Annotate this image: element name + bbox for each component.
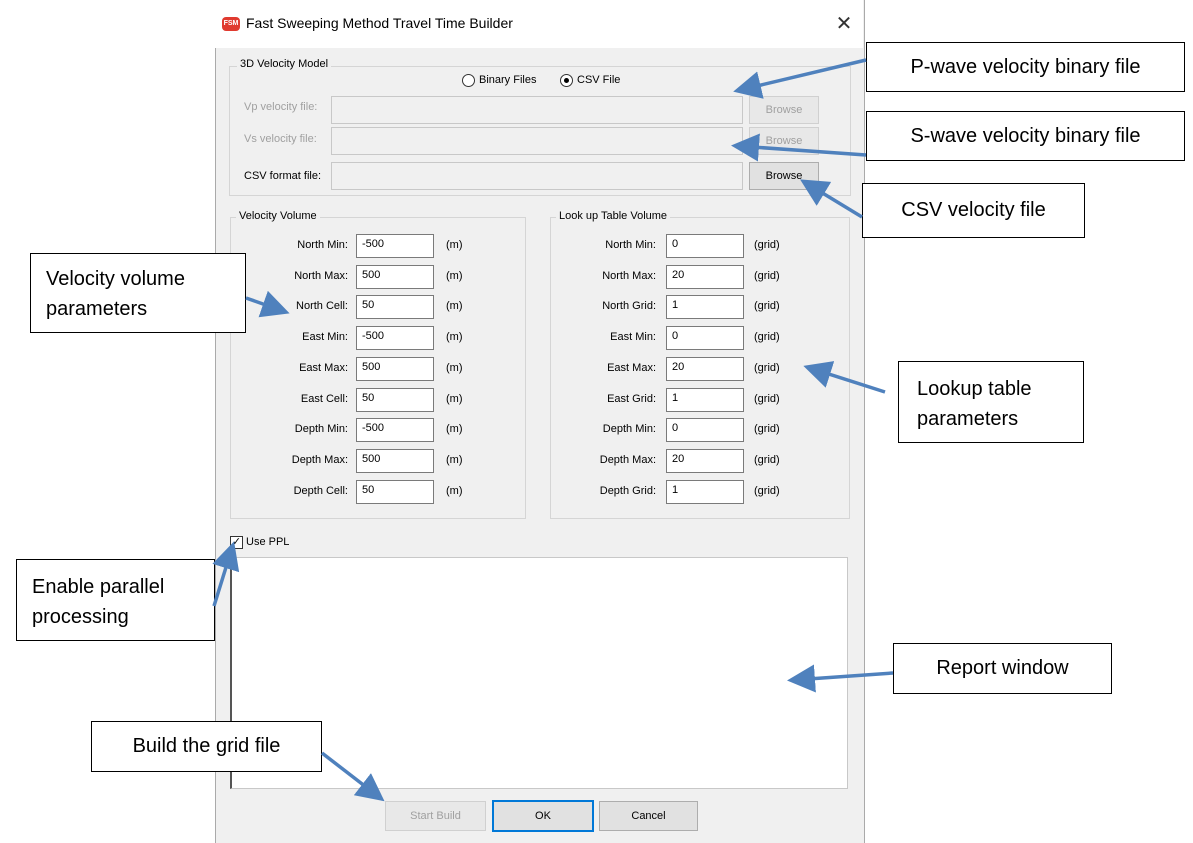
arrow-lookup-params	[803, 361, 886, 394]
arrow-p-wave	[733, 58, 867, 99]
annotation-arrows	[212, 58, 894, 802]
arrow-velocity-params	[245, 290, 290, 318]
arrow-s-wave	[731, 133, 867, 162]
arrow-parallel	[212, 541, 240, 607]
arrow-report	[787, 664, 894, 693]
arrow-csv	[800, 179, 863, 219]
arrow-build	[320, 751, 385, 802]
